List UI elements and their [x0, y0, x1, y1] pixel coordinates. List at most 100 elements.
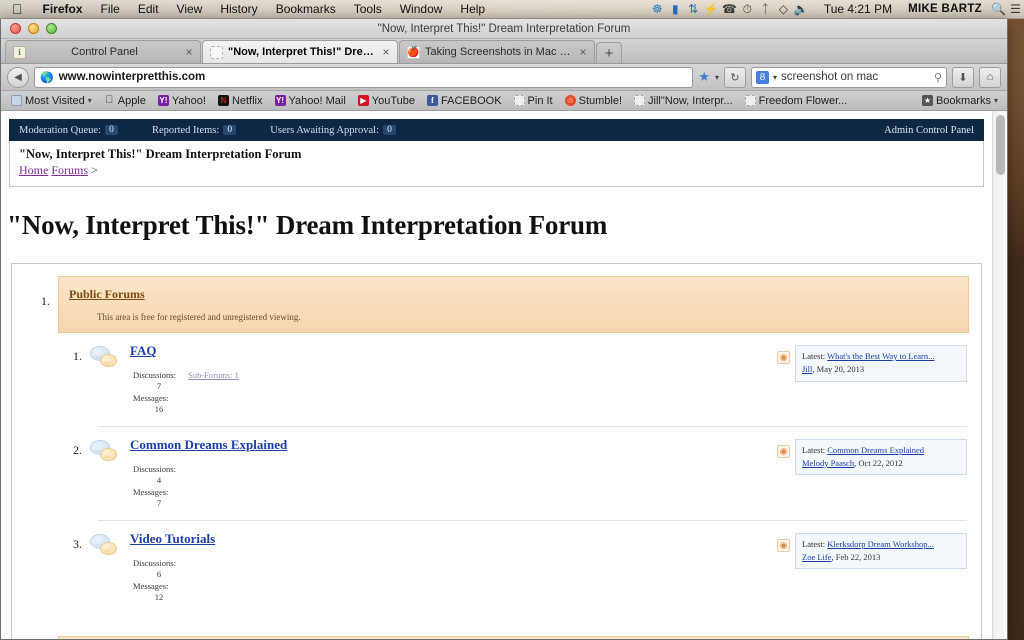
google-icon[interactable]: 8: [756, 70, 769, 84]
bookmark-facebook[interactable]: f FACEBOOK: [422, 94, 507, 108]
users-awaiting-approval-item[interactable]: Users Awaiting Approval: 0: [270, 125, 396, 136]
flash-icon[interactable]: ⚡: [703, 0, 720, 19]
menu-item-history[interactable]: History: [211, 2, 266, 16]
url-bar[interactable]: 🌎 www.nowinterpretthis.com: [34, 66, 694, 88]
bookmarks-menu-label: Bookmarks: [935, 94, 991, 107]
home-button[interactable]: ⌂: [979, 66, 1001, 88]
bookmark-label: Stumble!: [578, 94, 623, 107]
bookmark-stumble[interactable]: ☃ Stumble!: [560, 94, 627, 108]
breadcrumb: "Now, Interpret This!" Dream Interpretat…: [9, 141, 984, 187]
latest-thread-link[interactable]: What's the Best Way to Learn...: [827, 351, 934, 361]
latest-author-link[interactable]: Melody Paasch: [802, 458, 854, 468]
time-machine-icon[interactable]: ⏱: [739, 0, 756, 19]
forum-main: FAQ Discussions: Sub-Forums: 1 7 Message…: [124, 343, 777, 416]
phone-icon[interactable]: ☎: [721, 0, 738, 19]
bookmark-pin-it[interactable]: Pin It: [509, 94, 558, 108]
forum-row-faq: 1. FAQ Discussions: Sub-Forums: 1 7 Mess…: [12, 333, 981, 416]
forum-title-link[interactable]: FAQ: [130, 343, 156, 358]
bookmark-netflix[interactable]: N Netflix: [213, 94, 268, 108]
forum-stats: Discussions: 6 Messages: 12: [133, 558, 777, 604]
rss-icon[interactable]: ◉: [777, 351, 790, 364]
discussions-label: Discussions:: [133, 370, 176, 380]
menu-item-edit[interactable]: Edit: [129, 2, 168, 16]
wifi-icon[interactable]: ◇: [775, 0, 792, 19]
tab-taking-screenshots[interactable]: 🍎 Taking Screenshots in Mac OS X... ×: [399, 40, 595, 63]
bookmark-yahoo-mail[interactable]: Y! Yahoo! Mail: [270, 94, 351, 108]
reload-button[interactable]: ↻: [724, 66, 746, 88]
users-awaiting-label: Users Awaiting Approval:: [270, 124, 379, 136]
menu-item-bookmarks[interactable]: Bookmarks: [267, 2, 345, 16]
search-icon[interactable]: ⚲: [934, 71, 942, 84]
globe-icon: 🌎: [40, 71, 54, 84]
page-scrollbar[interactable]: [992, 111, 1007, 639]
volume-icon[interactable]: 🔈: [793, 0, 810, 19]
reported-items-label: Reported Items:: [151, 124, 220, 136]
window-title: "Now, Interpret This!" Dream Interpretat…: [377, 22, 631, 35]
menu-item-view[interactable]: View: [168, 2, 212, 16]
rss-icon[interactable]: ◉: [777, 538, 790, 552]
breadcrumb-link-forums[interactable]: Forums: [51, 163, 88, 177]
scrollbar-thumb[interactable]: [996, 115, 1005, 175]
moderation-queue-item[interactable]: Moderation Queue: 0: [19, 125, 118, 136]
forum-title-link[interactable]: Video Tutorials: [130, 531, 215, 546]
menu-bar-clock[interactable]: Tue 4:21 PM: [816, 2, 900, 16]
tab-label: Taking Screenshots in Mac OS X...: [425, 46, 572, 58]
tab-dream-forum[interactable]: "Now, Interpret This!" Dream In... ×: [202, 40, 398, 63]
bookmark-yahoo[interactable]: Y! Yahoo!: [153, 94, 211, 108]
bookmark-apple[interactable]:  Apple: [99, 94, 151, 108]
blank-favicon-icon: [210, 45, 223, 59]
category-title-link[interactable]: Public Forums: [69, 287, 145, 301]
admin-control-panel-link[interactable]: Admin Control Panel: [884, 125, 974, 136]
menu-item-window[interactable]: Window: [391, 2, 452, 16]
apple-menu-icon[interactable]: : [0, 2, 34, 16]
reported-items-item[interactable]: Reported Items: 0: [151, 124, 237, 136]
rss-icon[interactable]: ◉: [777, 444, 790, 458]
bookmark-label: Pin It: [527, 94, 553, 107]
latest-author-link[interactable]: Jill: [802, 364, 812, 374]
sub-forums-link[interactable]: Sub-Forums: 1: [188, 370, 239, 380]
latest-thread-link[interactable]: Common Dreams Explained: [827, 445, 924, 455]
menu-item-firefox[interactable]: Firefox: [34, 2, 92, 16]
bookmark-youtube[interactable]: ▶ YouTube: [353, 94, 420, 108]
chevron-down-icon[interactable]: ▾: [715, 73, 719, 82]
menu-bar-username[interactable]: MIKE BARTZ: [900, 3, 990, 15]
messages-label: Messages:: [133, 392, 169, 403]
latest-thread-link[interactable]: Klerksdorp Dream Workshop...: [827, 539, 934, 549]
forum-title-link[interactable]: Common Dreams Explained: [130, 437, 287, 452]
forum-stats: Discussions: Sub-Forums: 1 7 Messages: 1…: [133, 370, 777, 416]
downloads-button[interactable]: ⬇: [952, 66, 974, 88]
close-icon[interactable]: ×: [183, 45, 195, 59]
bookmark-jill-now-interpret[interactable]: Jill"Now, Interpr...: [629, 94, 738, 108]
facebook-icon: f: [427, 95, 439, 106]
battery-icon[interactable]: ▮: [667, 0, 684, 19]
list-icon[interactable]: ☰: [1007, 0, 1024, 19]
yahoo-icon: Y!: [157, 95, 169, 106]
menu-item-file[interactable]: File: [92, 2, 129, 16]
new-tab-button[interactable]: +: [596, 42, 622, 63]
bookmarks-menu-button[interactable]: ★ Bookmarks ▾: [921, 94, 1002, 107]
bookmark-label: Freedom Flower...: [758, 94, 848, 107]
messages-label: Messages:: [133, 580, 169, 591]
bluetooth-icon[interactable]: ᛏ: [757, 0, 774, 19]
latest-author-link[interactable]: Zoe Life: [802, 552, 832, 562]
search-input-value[interactable]: screenshot on mac: [781, 71, 878, 83]
bookmark-most-visited[interactable]: Most Visited ▾: [6, 94, 97, 108]
bookmark-star-icon[interactable]: ★: [698, 69, 710, 85]
tab-label: "Now, Interpret This!" Dream In...: [228, 46, 375, 58]
forum-number: 1.: [73, 349, 82, 363]
chevron-down-icon[interactable]: ▾: [773, 73, 777, 82]
breadcrumb-link-home[interactable]: Home: [19, 163, 48, 177]
search-bar[interactable]: 8 ▾ screenshot on mac ⚲: [751, 66, 947, 88]
sync-icon[interactable]: ⇅: [685, 0, 702, 19]
menu-item-tools[interactable]: Tools: [345, 2, 391, 16]
back-button[interactable]: ◀: [7, 66, 29, 88]
bookmark-freedom-flower[interactable]: Freedom Flower...: [740, 94, 853, 108]
latest-date: , Feb 22, 2013: [831, 551, 881, 562]
search-icon[interactable]: 🔍: [990, 0, 1007, 19]
menu-item-help[interactable]: Help: [451, 2, 494, 16]
close-icon[interactable]: ×: [577, 45, 589, 59]
tab-control-panel[interactable]: i Control Panel ×: [5, 40, 201, 63]
close-icon[interactable]: ×: [380, 45, 392, 59]
dropbox-icon[interactable]: ☸: [649, 0, 666, 19]
admin-status-bar: Moderation Queue: 0 Reported Items: 0 Us…: [9, 119, 984, 141]
